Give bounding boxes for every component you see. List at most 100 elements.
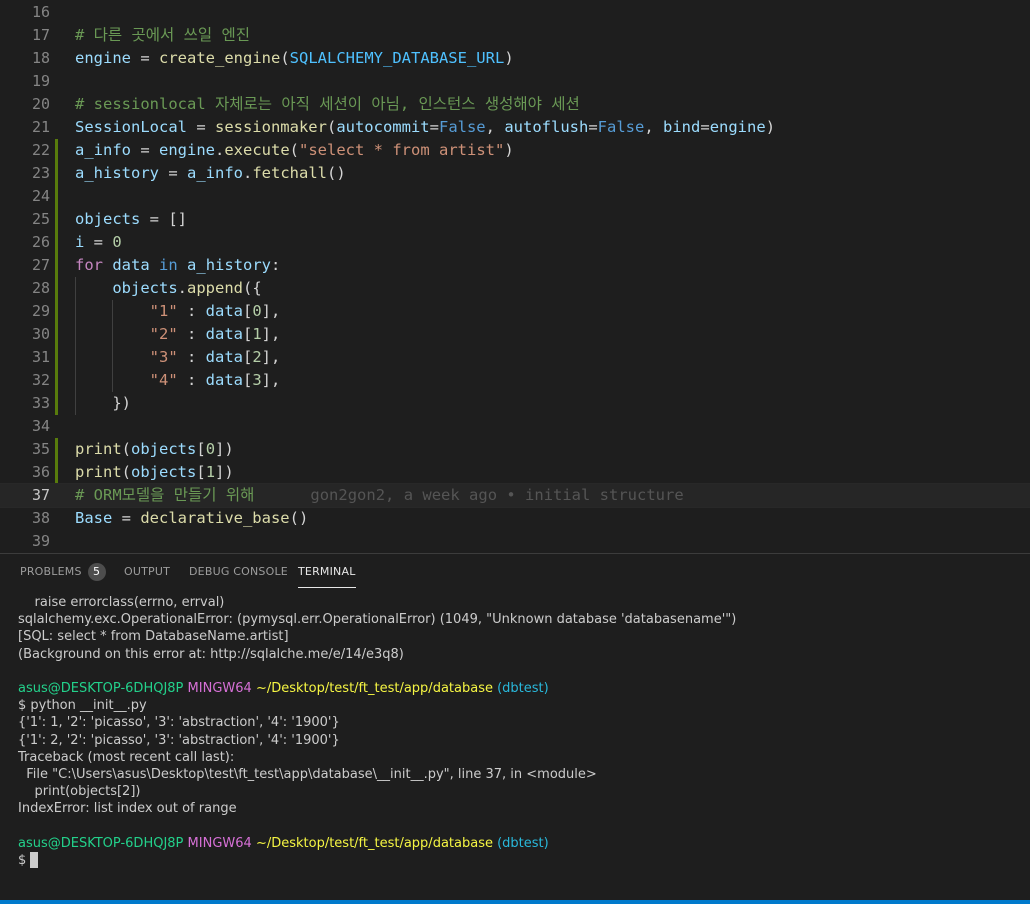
terminal-output[interactable]: raise errorclass(errno, errval) sqlalchem… [18,594,1018,869]
terminal-line: Traceback (most recent call last): [18,749,1018,766]
terminal-text: ~/Desktop/test/ft_test/app/database [255,835,493,851]
code-token: data [205,302,243,320]
code-token: : [177,371,206,389]
code-token: [ [196,463,206,481]
line-number: 21 [31,118,50,136]
code-line[interactable]: 33 }) [0,392,1030,415]
terminal-text: MINGW64 [187,680,252,696]
code-text: # ORM모델을 만들기 위해 gon2gon2, a week ago • i… [75,484,684,507]
code-line[interactable]: 39 [0,530,1030,553]
tab-terminal[interactable]: TERMINAL [298,554,356,590]
code-token: False [597,118,645,136]
code-line[interactable]: 34 [0,415,1030,438]
terminal-line: {'1': 1, '2': 'picasso', '3': 'abstracti… [18,714,1018,731]
code-token: "3" [149,348,178,366]
line-number: 20 [31,95,50,113]
code-token: # ORM모델을 만들기 위해 [75,486,255,504]
git-modified-marker [55,185,58,208]
terminal-text: IndexError: list index out of range [18,801,237,817]
code-text: "3" : data[2], [75,346,281,369]
terminal-line: {'1': 2, '2': 'picasso', '3': 'abstracti… [18,732,1018,749]
tab-debug-console[interactable]: DEBUG CONSOLE [189,554,288,590]
code-line[interactable]: 20 # sessionlocal 자체로는 아직 세션이 아님, 인스턴스 생성… [0,93,1030,116]
code-line[interactable]: 30 "2" : data[1], [0,323,1030,346]
code-token: [ [242,371,253,389]
code-token: in [159,256,178,274]
code-token: = [131,49,159,67]
code-token: for [75,256,103,274]
code-token: ( [121,440,132,458]
code-token: autocommit [336,118,430,136]
git-modified-marker [55,231,58,254]
code-line[interactable]: 26 i = 0 [0,231,1030,254]
code-token: # 다른 곳에서 쓰일 엔진 [75,26,250,44]
line-number: 17 [31,26,50,44]
git-modified-marker [55,392,58,415]
code-token: autoflush [504,118,589,136]
code-line[interactable]: 36 print(objects[1]) [0,461,1030,484]
tab-problems[interactable]: PROBLEMS 5 [20,554,106,590]
code-line[interactable]: 29 "1" : data[0], [0,300,1030,323]
code-text: print(objects[1]) [75,461,234,484]
code-line[interactable]: 21 SessionLocal = sessionmaker(autocommit… [0,116,1030,139]
code-token: ], [261,302,281,320]
terminal-line: asus@DESKTOP-6DHQJ8P MINGW64 ~/Desktop/t… [18,680,1018,697]
line-number: 27 [31,256,50,274]
code-token: = [186,118,215,136]
code-line[interactable]: 24 [0,185,1030,208]
line-number: 23 [31,164,50,182]
terminal-text: asus@DESKTOP-6DHQJ8P [18,835,184,851]
code-token: "1" [149,302,178,320]
code-token: Base [75,509,113,527]
line-number: 19 [31,72,50,90]
git-modified-marker [55,323,58,346]
code-line[interactable]: 32 "4" : data[3], [0,369,1030,392]
code-token: ]) [215,440,234,458]
code-line[interactable]: 31 "3" : data[2], [0,346,1030,369]
terminal-text: {'1': 1, '2': 'picasso', '3': 'abstracti… [18,715,340,731]
code-line[interactable]: 22 a_info = engine.execute("select * from… [0,139,1030,162]
code-line[interactable]: 38 Base = declarative_base() [0,507,1030,530]
code-line[interactable]: 17 # 다른 곳에서 쓰일 엔진 [0,24,1030,47]
code-token: 0 [205,440,216,458]
code-line[interactable]: 28 objects.append({ [0,277,1030,300]
code-line[interactable]: 16 [0,1,1030,24]
code-token: a_history [75,164,159,182]
code-text: a_info = engine.execute("select * from a… [75,139,514,162]
terminal-line: asus@DESKTOP-6DHQJ8P MINGW64 ~/Desktop/t… [18,835,1018,852]
code-token: [ [242,302,253,320]
code-token: : [177,302,206,320]
code-token: = [131,141,159,159]
code-token: 1 [252,325,262,343]
code-line[interactable]: 37 # ORM모델을 만들기 위해 gon2gon2, a week ago •… [0,483,1030,508]
code-line[interactable]: 25 objects = [] [0,208,1030,231]
code-text: for data in a_history: [75,254,280,277]
tab-output[interactable]: OUTPUT [124,554,170,590]
code-token: ( [289,141,300,159]
code-token: objects [75,210,141,228]
code-editor[interactable]: 16 17 # 다른 곳에서 쓰일 엔진 18 engine = create_engi… [0,0,1030,553]
git-modified-marker [55,254,58,277]
code-line[interactable]: 18 engine = create_engine(SQLALCHEMY_DATA… [0,47,1030,70]
git-modified-marker [55,300,58,323]
code-token: () [327,164,346,182]
code-token: ( [326,118,337,136]
code-token: : [177,348,206,366]
code-line[interactable]: 27 for data in a_history: [0,254,1030,277]
code-text: "1" : data[0], [75,300,281,323]
code-text: "4" : data[3], [75,369,281,392]
code-token: () [289,509,309,527]
code-token: 3 [252,371,262,389]
line-number: 28 [31,279,50,297]
code-line[interactable]: 35 print(objects[0]) [0,438,1030,461]
code-token: declarative_base [140,509,290,527]
code-text: objects.append({ [75,277,261,300]
terminal-text: $ python __init__.py [18,698,147,714]
code-line[interactable]: 23 a_history = a_info.fetchall() [0,162,1030,185]
code-token: i [75,233,85,251]
code-line[interactable]: 19 [0,70,1030,93]
